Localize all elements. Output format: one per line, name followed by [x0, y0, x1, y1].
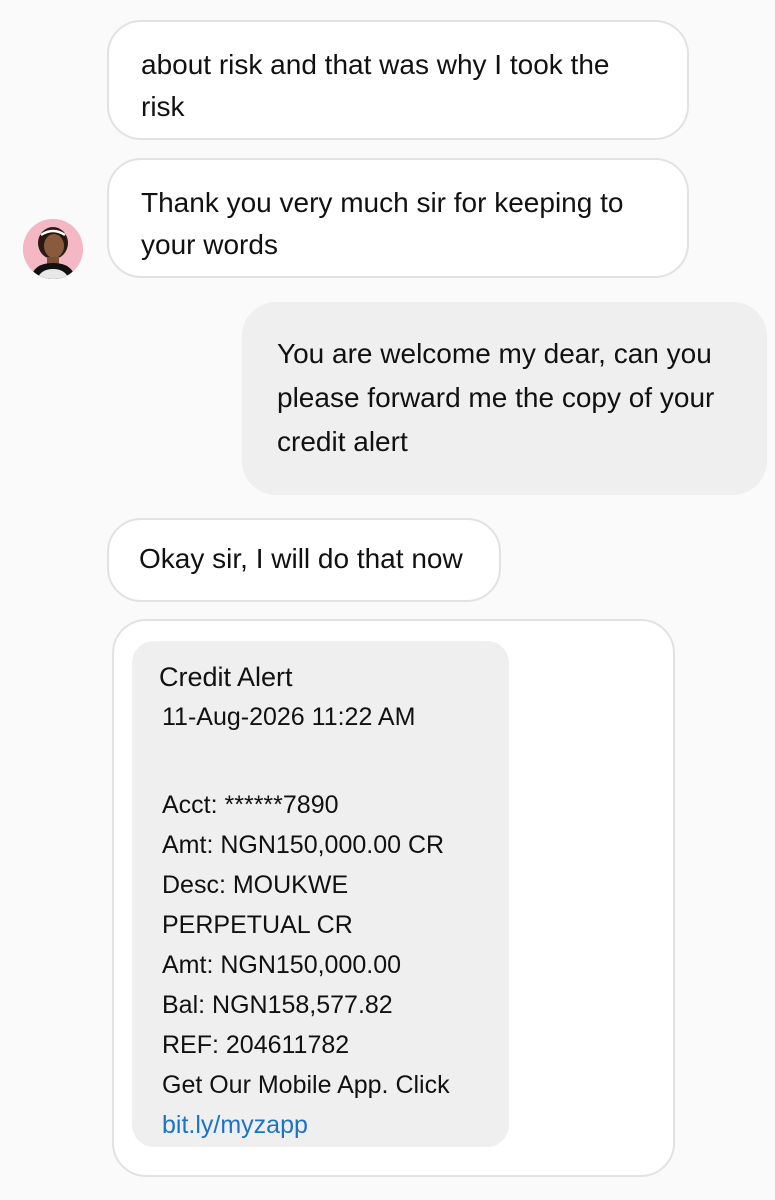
- alert-account: Acct: ******7890: [162, 791, 339, 819]
- outgoing-message[interactable]: You are welcome my dear, can you please …: [242, 302, 767, 495]
- chat-screen: about risk and that was why I took the r…: [0, 0, 775, 1200]
- app-download-link[interactable]: bit.ly/myzapp: [162, 1105, 499, 1145]
- alert-datetime: 11-Aug-2026 11:22 AM: [162, 703, 416, 731]
- avatar-icon: [23, 219, 83, 279]
- alert-reference: REF: 204611782: [162, 1031, 350, 1059]
- alert-description: Desc: MOUKWE PERPETUAL CR: [162, 871, 353, 939]
- message-text: Thank you very much sir for keeping to y…: [141, 187, 624, 260]
- message-text: You are welcome my dear, can you please …: [277, 338, 715, 457]
- incoming-message[interactable]: about risk and that was why I took the r…: [107, 20, 689, 140]
- credit-alert-screenshot[interactable]: Credit Alert 11-Aug-2026 11:22 AM Acct: …: [132, 641, 509, 1147]
- incoming-message[interactable]: Okay sir, I will do that now: [107, 518, 501, 602]
- message-text: Okay sir, I will do that now: [139, 543, 463, 574]
- contact-avatar[interactable]: [23, 219, 83, 279]
- alert-title: Credit Alert: [159, 662, 293, 692]
- message-text: about risk and that was why I took the r…: [141, 49, 610, 122]
- alert-spacer: [159, 737, 499, 785]
- alert-balance: Bal: NGN158,577.82: [162, 991, 393, 1019]
- incoming-message[interactable]: Thank you very much sir for keeping to y…: [107, 158, 689, 278]
- alert-amount: Amt: NGN150,000.00: [162, 951, 402, 979]
- alert-promo: Get Our Mobile App. Click: [162, 1071, 450, 1099]
- alert-amount-cr: Amt: NGN150,000.00 CR: [162, 831, 445, 859]
